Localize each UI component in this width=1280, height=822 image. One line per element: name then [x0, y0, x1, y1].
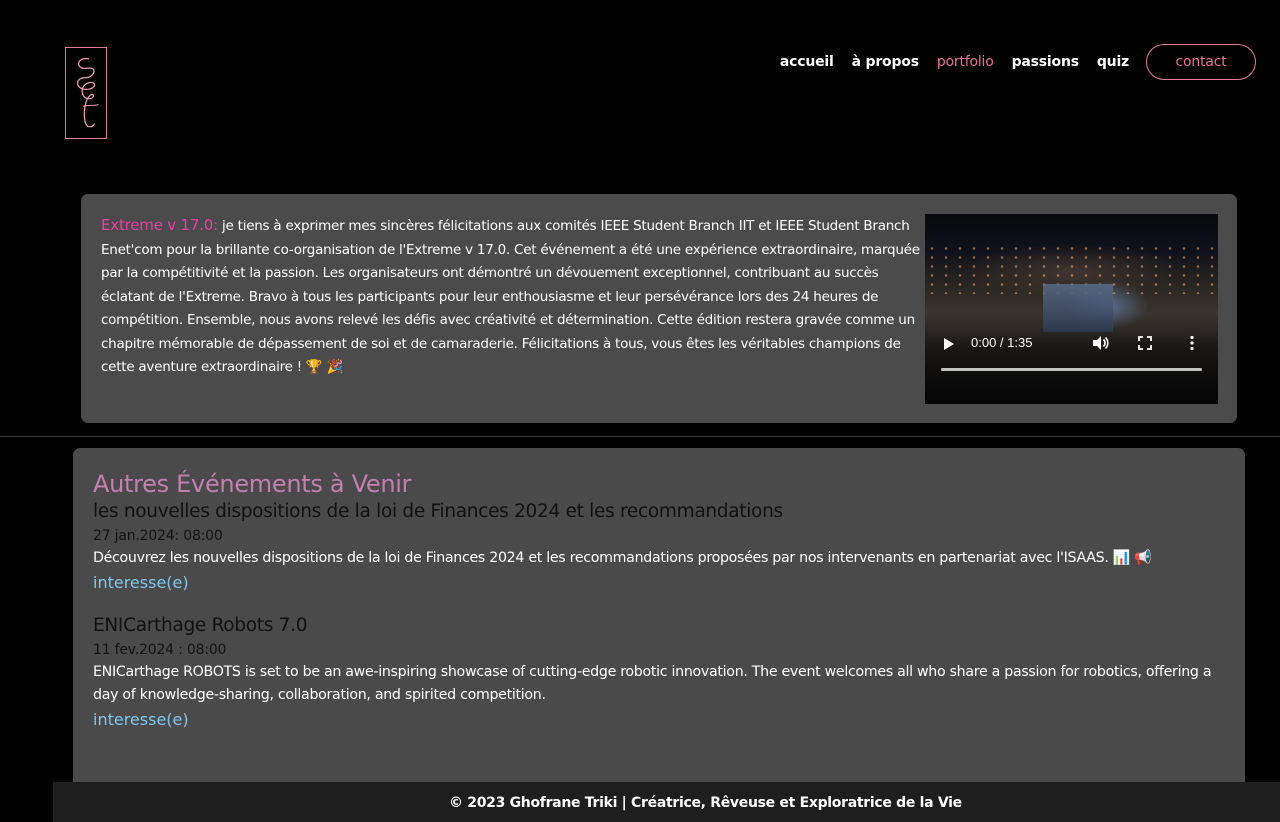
featured-event-text: Extreme v 17.0: je tiens à exprimer mes …	[101, 214, 923, 380]
nav-item-passions[interactable]: passions	[1012, 54, 1079, 70]
video-controls-bar	[925, 328, 1218, 404]
event-title: les nouvelles dispositions de la loi de …	[93, 501, 783, 522]
event-date: 27 jan.2024: 08:00	[93, 528, 223, 544]
main-nav: accueil à propos portfolio passions quiz…	[762, 44, 1256, 80]
interested-link[interactable]: interesse(e)	[93, 571, 189, 595]
events-heading: Autres Événements à Venir	[93, 470, 412, 498]
video-time: 0:00 / 1:35	[971, 335, 1033, 350]
video-building	[1043, 284, 1113, 332]
nav-item-a-propos[interactable]: à propos	[852, 54, 919, 70]
event-date: 11 fev.2024 : 08:00	[93, 641, 227, 658]
event-item: ENICarthage Robots 7.0 11 fev.2024 : 08:…	[93, 613, 1225, 732]
more-options-icon[interactable]	[1189, 335, 1195, 351]
nav-item-quiz[interactable]: quiz	[1097, 54, 1129, 70]
fullscreen-icon[interactable]	[1138, 336, 1152, 350]
featured-event-card: Extreme v 17.0: je tiens à exprimer mes …	[81, 194, 1237, 423]
interested-link[interactable]: interesse(e)	[93, 708, 189, 732]
nav-item-portfolio[interactable]: portfolio	[937, 54, 994, 70]
event-description: ENICarthage ROBOTS is set to be an awe-i…	[93, 663, 1212, 704]
nav-item-accueil[interactable]: accueil	[780, 54, 834, 70]
site-footer: © 2023 Ghofrane Triki | Créatrice, Rêveu…	[53, 782, 1280, 822]
event-item: les nouvelles dispositions de la loi de …	[93, 499, 1225, 595]
footer-copyright: © 2023 Ghofrane Triki | Créatrice, Rêveu…	[449, 795, 962, 811]
site-logo[interactable]	[65, 47, 107, 139]
featured-event-title: Extreme v 17.0:	[101, 216, 219, 234]
upcoming-events-panel: Autres Événements à Venir les nouvelles …	[73, 448, 1245, 806]
event-title: ENICarthage Robots 7.0	[93, 614, 308, 636]
video-player[interactable]: 0:00 / 1:35	[925, 214, 1218, 404]
video-progress-bar[interactable]	[941, 368, 1202, 371]
volume-icon[interactable]	[1091, 334, 1109, 352]
logo-monogram-icon	[77, 58, 99, 128]
contact-button[interactable]: contact	[1146, 44, 1256, 80]
play-icon[interactable]	[944, 338, 954, 350]
event-description: Découvrez les nouvelles dispositions de …	[93, 550, 1152, 566]
section-divider	[0, 436, 1280, 437]
featured-event-body: je tiens à exprimer mes sincères félicit…	[101, 218, 920, 375]
